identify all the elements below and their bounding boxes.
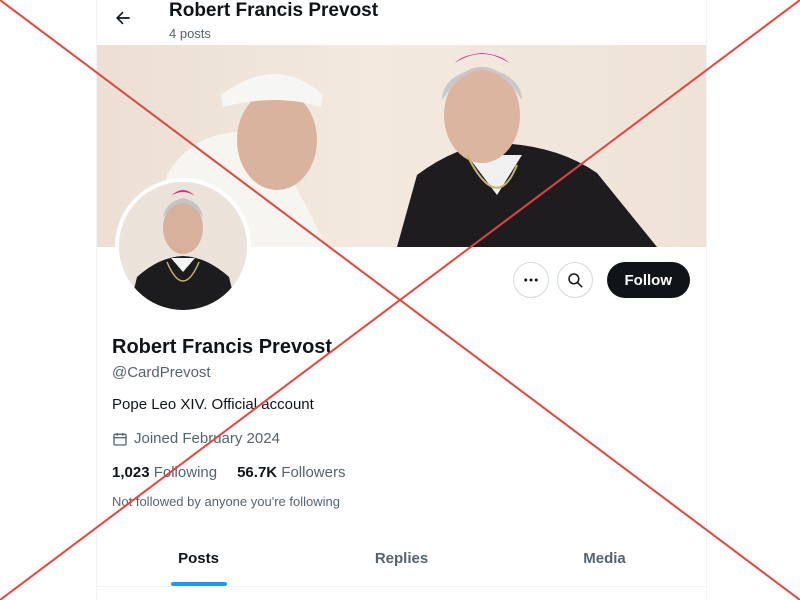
user-handle: @CardPrevost bbox=[112, 364, 211, 381]
search-button[interactable] bbox=[556, 262, 593, 298]
profile-tabs: Posts Replies Media bbox=[97, 530, 706, 587]
follow-stats: 1,023 Following 56.7K Followers bbox=[112, 464, 345, 481]
follow-button[interactable]: Follow bbox=[606, 262, 690, 298]
more-icon bbox=[523, 278, 538, 282]
tab-posts[interactable]: Posts bbox=[97, 530, 300, 586]
profile-bio: Pope Leo XIV. Official account bbox=[112, 396, 314, 413]
arrow-left-icon bbox=[116, 11, 130, 25]
not-followed-note: Not followed by anyone you're following bbox=[112, 494, 340, 509]
header-post-count: 4 posts bbox=[169, 26, 211, 41]
followers-link[interactable]: 56.7K Followers bbox=[237, 464, 345, 481]
following-link[interactable]: 1,023 Following bbox=[112, 464, 217, 481]
tab-media[interactable]: Media bbox=[503, 530, 706, 586]
header-title: Robert Francis Prevost bbox=[169, 0, 379, 21]
avatar-photo bbox=[119, 182, 247, 310]
calendar-icon bbox=[113, 432, 127, 446]
followers-label: Followers bbox=[281, 464, 346, 481]
profile-avatar[interactable] bbox=[115, 178, 251, 314]
back-button[interactable] bbox=[109, 4, 137, 32]
profile-actions: Follow bbox=[512, 262, 690, 298]
joined-date: Joined February 2024 bbox=[112, 430, 280, 447]
top-bar: Robert Francis Prevost 4 posts bbox=[97, 0, 706, 44]
joined-text: Joined February 2024 bbox=[134, 430, 280, 447]
following-label: Following bbox=[153, 464, 218, 481]
more-button[interactable] bbox=[512, 262, 549, 298]
profile-page: Robert Francis Prevost 4 posts Follow Ro… bbox=[96, 0, 707, 600]
tab-replies[interactable]: Replies bbox=[300, 530, 503, 586]
display-name: Robert Francis Prevost bbox=[112, 336, 333, 358]
following-count: 1,023 bbox=[112, 464, 150, 481]
search-icon bbox=[567, 273, 582, 288]
followers-count: 56.7K bbox=[237, 464, 278, 481]
